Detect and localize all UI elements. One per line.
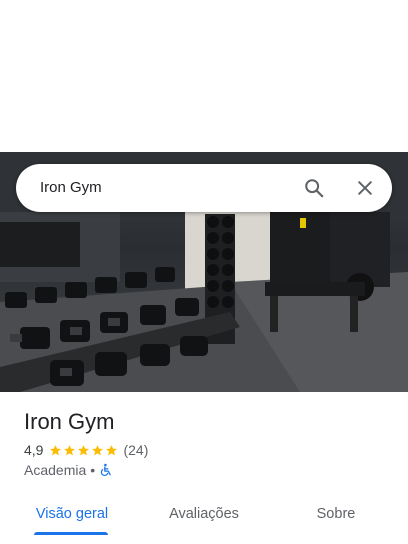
tab-overview[interactable]: Visão geral [24,494,120,534]
star-icon [78,444,90,455]
rating-value: 4,9 [24,442,44,458]
tab-bar: Visão geral Avaliações Sobre [0,494,408,544]
search-button[interactable] [296,170,332,206]
review-count[interactable]: (24) [123,442,148,458]
star-icon [50,444,62,455]
star-icon [64,444,76,455]
star-icon [92,444,104,455]
place-title: Iron Gym [24,409,115,434]
close-icon [358,181,372,195]
search-icon [305,179,324,198]
close-button[interactable] [347,170,383,206]
place-category: Academia [24,462,87,478]
star-icon [106,444,118,455]
place-info: Iron Gym 4,9 (24) Academia • [24,408,392,478]
active-tab-indicator [34,532,108,535]
tab-about[interactable]: Sobre [296,494,376,534]
separator-dot: • [90,462,96,478]
tab-reviews[interactable]: Avaliações [156,494,252,534]
wheelchair-icon [101,463,111,477]
rating-row[interactable]: 4,9 (24) [24,442,392,458]
category-row: Academia • [24,462,392,478]
search-input[interactable]: Iron Gym [40,164,102,212]
star-rating [49,444,119,457]
search-bar[interactable]: Iron Gym [16,164,392,212]
